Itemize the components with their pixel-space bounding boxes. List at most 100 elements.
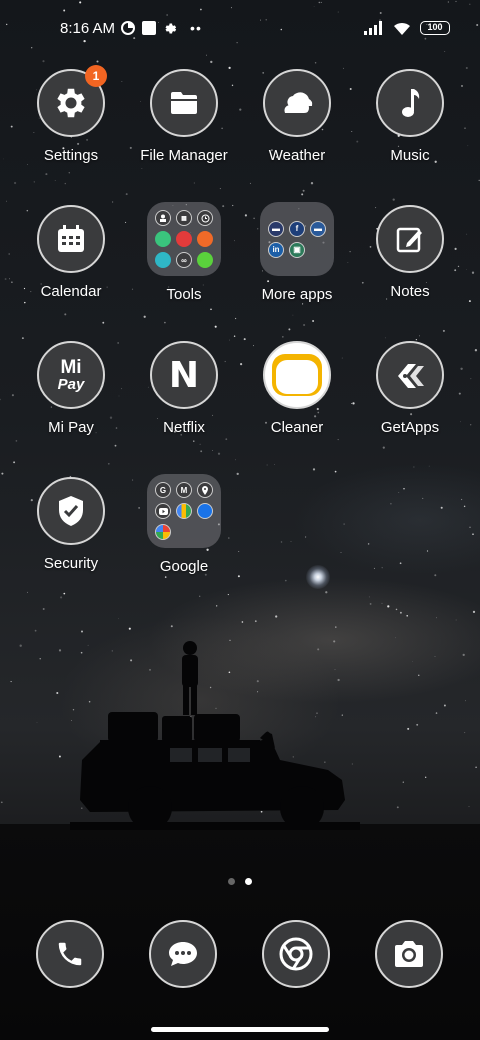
getapps-icon	[398, 364, 424, 388]
status-left: 8:16 AM ••	[60, 20, 202, 37]
cleaner-app-icon[interactable]	[263, 341, 331, 409]
mi-pay-app-icon[interactable]: Mi Pay	[37, 341, 105, 409]
facebook-mini-icon: f	[289, 220, 305, 237]
camera-icon	[395, 941, 423, 967]
app-file-manager[interactable]: File Manager	[128, 69, 240, 164]
cleaner-icon	[272, 354, 322, 396]
app-label: More apps	[261, 286, 333, 303]
google-mini-icon: G	[155, 482, 171, 498]
dock-messages[interactable]	[149, 920, 217, 988]
app-label: Weather	[268, 147, 326, 164]
app-label: Tools	[166, 286, 202, 303]
camera-app-icon[interactable]	[375, 920, 443, 988]
cloud-sun-icon	[284, 92, 313, 113]
folder-google[interactable]: G M Google	[128, 474, 240, 575]
folder-icon	[171, 92, 197, 114]
app-mini-icon-3: ▬	[310, 220, 326, 237]
app-label: Google	[159, 558, 209, 575]
notes-app-icon[interactable]	[376, 205, 444, 273]
app-mi-pay[interactable]: Mi Pay Mi Pay	[15, 341, 127, 436]
photos-mini-icon: ▣	[289, 241, 305, 258]
app-calendar[interactable]: Calendar	[15, 205, 127, 300]
youtube-mini-icon	[155, 503, 171, 519]
feedback-mini-icon	[197, 252, 213, 268]
folder-more-apps[interactable]: ▬ f ▬ in ▣ More apps	[241, 202, 353, 303]
google-folder-icon[interactable]: G M	[147, 474, 221, 548]
messages-app-icon[interactable]	[149, 920, 217, 988]
notes-edit-icon	[396, 227, 422, 253]
tools-folder-icon[interactable]: ▦ ∞	[147, 202, 221, 276]
chrome-icon	[279, 937, 313, 971]
home-gesture-bar[interactable]	[151, 1027, 329, 1032]
app-label: Settings	[43, 147, 99, 164]
mi-remote-mini-icon: ∞	[176, 252, 192, 268]
scanner-mini-icon	[197, 231, 213, 247]
app-music[interactable]: Music	[354, 69, 466, 164]
security-app-icon[interactable]	[37, 477, 105, 545]
gear-icon	[165, 23, 177, 33]
app-label: Mi Pay	[48, 419, 94, 436]
app-label: Calendar	[40, 283, 102, 300]
photos-mini-icon	[155, 524, 171, 540]
getapps-app-icon[interactable]	[376, 341, 444, 409]
data-saver-icon	[121, 21, 136, 35]
calculator-mini-icon: ▦	[176, 210, 192, 226]
app-getapps[interactable]: GetApps	[354, 341, 466, 436]
calendar-app-icon[interactable]	[37, 205, 105, 273]
mi-pay-icon: Mi Pay	[58, 358, 85, 392]
contacts-mini-icon	[155, 210, 171, 226]
compass-mini-icon	[155, 252, 171, 268]
dock-chrome[interactable]	[262, 920, 330, 988]
dock-camera[interactable]	[375, 920, 443, 988]
app-security[interactable]: Security	[15, 477, 127, 572]
app-netflix[interactable]: N Netflix	[128, 341, 240, 436]
app-settings[interactable]: 1 Settings	[15, 65, 127, 164]
shield-check-icon	[59, 496, 83, 526]
chrome-app-icon[interactable]	[262, 920, 330, 988]
app-label: File Manager	[140, 147, 228, 164]
battery-level: 100	[427, 22, 443, 32]
phone-icon	[58, 942, 82, 966]
wifi-icon	[394, 22, 410, 35]
mi-pay-logo-line1: Mi	[60, 357, 82, 378]
app-label: Music	[390, 147, 430, 164]
status-bar: 8:16 AM •• 100	[0, 0, 480, 56]
phone-app-icon[interactable]	[36, 920, 104, 988]
linkedin-mini-icon: in	[268, 241, 284, 258]
bright-star	[306, 565, 330, 589]
music-app-icon[interactable]	[376, 69, 444, 137]
app-weather[interactable]: Weather	[241, 69, 353, 164]
drive-mini-icon	[176, 503, 192, 519]
app-label: GetApps	[380, 419, 440, 436]
netflix-icon: N	[168, 354, 200, 396]
wallpaper-jeep-silhouette	[70, 641, 360, 830]
signal-icon	[364, 21, 382, 35]
folder-tools[interactable]: ▦ ∞ Tools	[128, 202, 240, 303]
app-cleaner[interactable]: Cleaner	[241, 341, 353, 436]
status-right: 100	[364, 20, 450, 36]
status-time: 8:16 AM	[60, 19, 116, 37]
page-dot-2[interactable]	[245, 878, 252, 885]
screen-recorder-mini-icon	[176, 231, 192, 247]
gmail-mini-icon: M	[176, 482, 192, 498]
more-dots-icon: ••	[190, 20, 202, 36]
page-dot-1[interactable]	[228, 878, 235, 885]
page-indicator[interactable]	[0, 878, 480, 885]
app-label: Security	[43, 555, 99, 572]
notification-square-icon	[142, 21, 157, 35]
netflix-app-icon[interactable]: N	[150, 341, 218, 409]
app-label: Cleaner	[270, 419, 324, 436]
mi-pay-logo-line2: Pay	[57, 376, 85, 393]
chat-bubble-icon	[169, 942, 197, 966]
clock-mini-icon	[197, 210, 213, 226]
file-manager-app-icon[interactable]	[150, 69, 218, 137]
more-apps-folder-icon[interactable]: ▬ f ▬ in ▣	[260, 202, 334, 276]
maps-mini-icon	[197, 482, 213, 498]
dock-phone[interactable]	[36, 920, 104, 988]
app-label: Notes	[390, 283, 430, 300]
settings-app-icon[interactable]: 1	[37, 65, 107, 137]
battery-icon: 100	[420, 21, 450, 35]
music-note-icon	[402, 89, 420, 117]
weather-app-icon[interactable]	[263, 69, 331, 137]
app-notes[interactable]: Notes	[354, 205, 466, 300]
